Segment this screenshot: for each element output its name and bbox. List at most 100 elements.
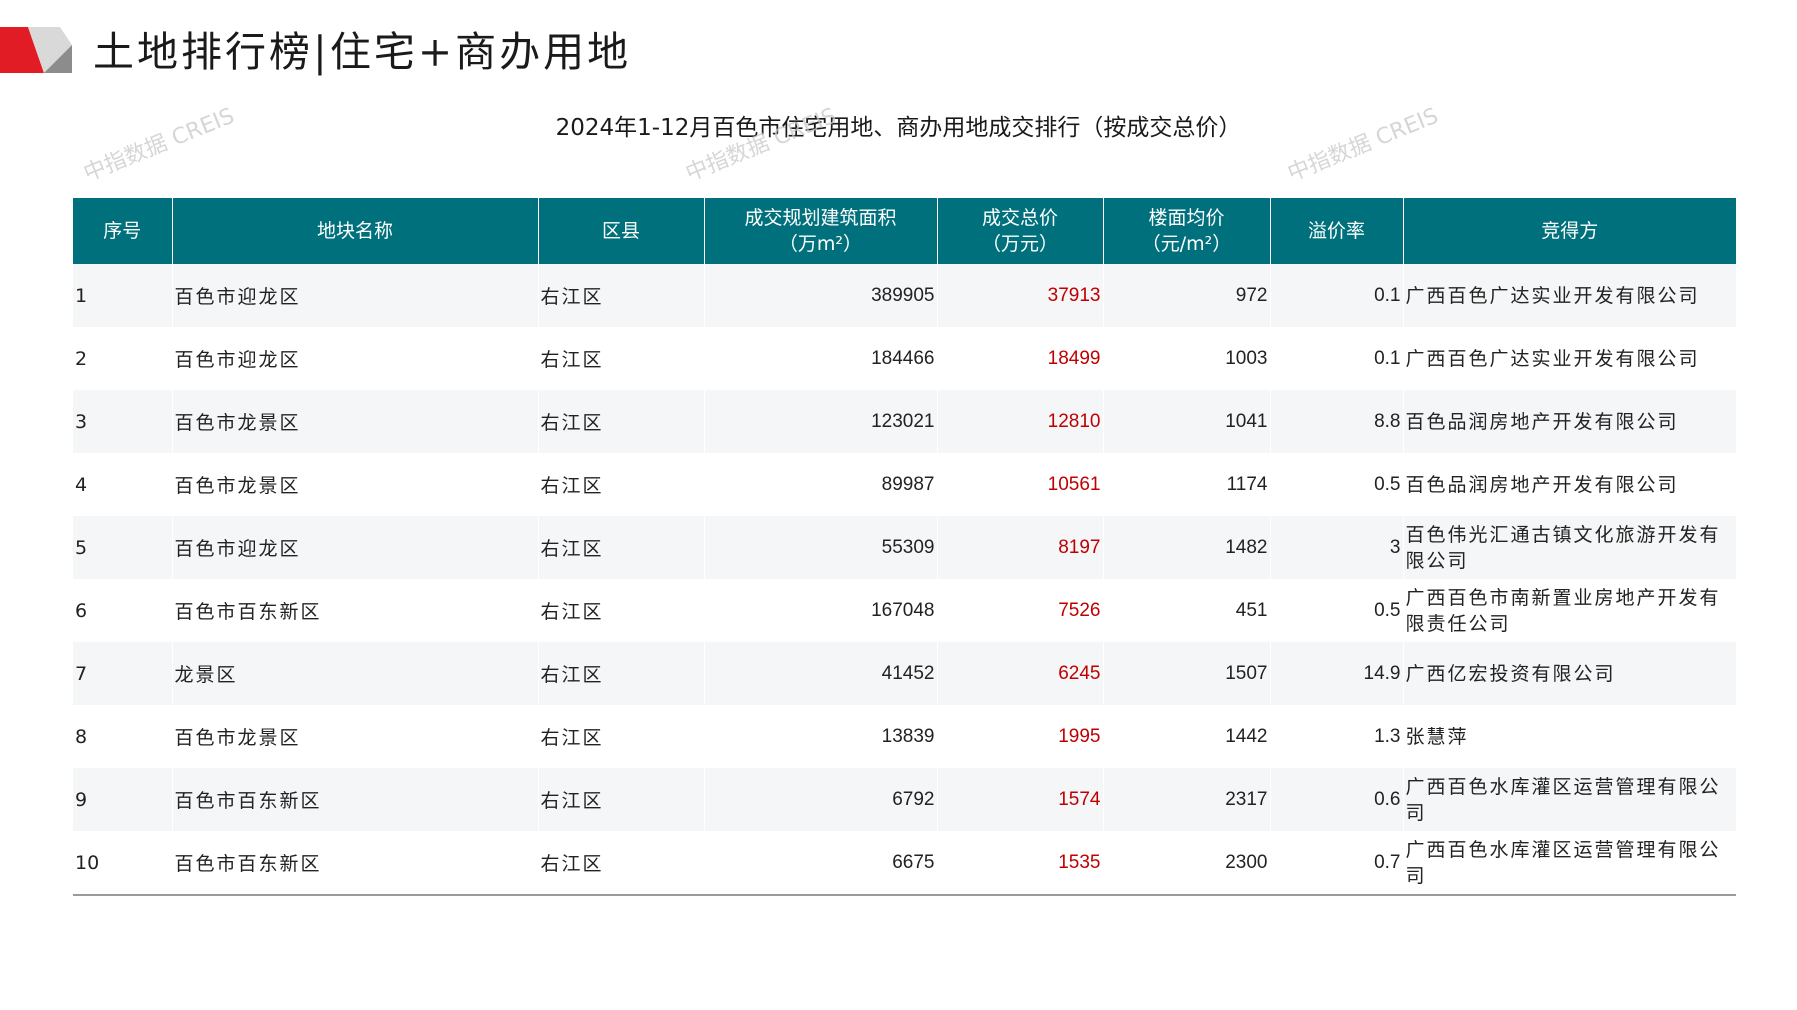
table-row: 8 百色市龙景区 右江区 13839 1995 1442 1.3 张慧萍	[73, 705, 1736, 768]
cell-district: 右江区	[538, 516, 705, 579]
cell-total-price: 1995	[937, 705, 1104, 768]
cell-parcel: 百色市百东新区	[172, 831, 539, 896]
cell-parcel: 百色市龙景区	[172, 390, 539, 453]
cell-area: 41452	[704, 642, 938, 705]
cell-unit-price: 972	[1103, 264, 1271, 327]
cell-winner: 广西百色广达实业开发有限公司	[1403, 327, 1736, 390]
cell-area: 6675	[704, 831, 938, 896]
cell-rank: 1	[73, 264, 173, 327]
header-premium: 溢价率	[1270, 198, 1404, 264]
cell-area: 89987	[704, 453, 938, 516]
cell-premium: 0.1	[1270, 327, 1404, 390]
land-ranking-table: 序号 地块名称 区县 成交规划建筑面积 （万m²） 成交总价 （万元） 楼面均价 （元…	[73, 198, 1736, 896]
cell-area: 167048	[704, 579, 938, 642]
cell-total-price: 1535	[937, 831, 1104, 896]
table-row: 4 百色市龙景区 右江区 89987 10561 1174 0.5 百色品润房地…	[73, 453, 1736, 516]
cell-parcel: 百色市迎龙区	[172, 327, 539, 390]
header-total-price: 成交总价 （万元）	[937, 198, 1104, 264]
cell-parcel: 百色市迎龙区	[172, 516, 539, 579]
cell-parcel: 龙景区	[172, 642, 539, 705]
table-row: 2 百色市迎龙区 右江区 184466 18499 1003 0.1 广西百色广…	[73, 327, 1736, 390]
cell-rank: 3	[73, 390, 173, 453]
cell-total-price: 1574	[937, 768, 1104, 831]
cell-district: 右江区	[538, 453, 705, 516]
cell-unit-price: 1507	[1103, 642, 1271, 705]
cell-winner: 广西百色水库灌区运营管理有限公司	[1403, 831, 1736, 896]
cell-parcel: 百色市龙景区	[172, 705, 539, 768]
header-area: 成交规划建筑面积 （万m²）	[704, 198, 938, 264]
cell-area: 184466	[704, 327, 938, 390]
cell-premium: 0.7	[1270, 831, 1404, 896]
cell-rank: 7	[73, 642, 173, 705]
cell-area: 6792	[704, 768, 938, 831]
table-row: 1 百色市迎龙区 右江区 389905 37913 972 0.1 广西百色广达…	[73, 264, 1736, 327]
cell-area: 123021	[704, 390, 938, 453]
cell-premium: 3	[1270, 516, 1404, 579]
cell-premium: 1.3	[1270, 705, 1404, 768]
cell-winner: 百色品润房地产开发有限公司	[1403, 453, 1736, 516]
cell-winner: 广西百色广达实业开发有限公司	[1403, 264, 1736, 327]
cell-parcel: 百色市百东新区	[172, 768, 539, 831]
cell-area: 389905	[704, 264, 938, 327]
cell-total-price: 8197	[937, 516, 1104, 579]
cell-rank: 9	[73, 768, 173, 831]
cell-total-price: 10561	[937, 453, 1104, 516]
cell-premium: 0.6	[1270, 768, 1404, 831]
table-row: 5 百色市迎龙区 右江区 55309 8197 1482 3 百色伟光汇通古镇文…	[73, 516, 1736, 579]
cell-district: 右江区	[538, 579, 705, 642]
cell-total-price: 18499	[937, 327, 1104, 390]
cell-parcel: 百色市龙景区	[172, 453, 539, 516]
cell-rank: 2	[73, 327, 173, 390]
cell-winner: 广西亿宏投资有限公司	[1403, 642, 1736, 705]
header-rank: 序号	[73, 198, 173, 264]
cell-parcel: 百色市百东新区	[172, 579, 539, 642]
cell-winner: 百色品润房地产开发有限公司	[1403, 390, 1736, 453]
cell-rank: 5	[73, 516, 173, 579]
cell-rank: 6	[73, 579, 173, 642]
cell-premium: 0.5	[1270, 453, 1404, 516]
cell-area: 13839	[704, 705, 938, 768]
cell-district: 右江区	[538, 642, 705, 705]
table-row: 9 百色市百东新区 右江区 6792 1574 2317 0.6 广西百色水库灌…	[73, 768, 1736, 831]
table-header-row: 序号 地块名称 区县 成交规划建筑面积 （万m²） 成交总价 （万元） 楼面均价 （元…	[73, 198, 1736, 264]
cell-total-price: 12810	[937, 390, 1104, 453]
header-district: 区县	[538, 198, 705, 264]
cell-premium: 14.9	[1270, 642, 1404, 705]
cell-premium: 0.1	[1270, 264, 1404, 327]
cell-premium: 8.8	[1270, 390, 1404, 453]
cell-unit-price: 1442	[1103, 705, 1271, 768]
cell-unit-price: 2317	[1103, 768, 1271, 831]
cell-premium: 0.5	[1270, 579, 1404, 642]
table-row: 3 百色市龙景区 右江区 123021 12810 1041 8.8 百色品润房…	[73, 390, 1736, 453]
cell-district: 右江区	[538, 390, 705, 453]
cell-district: 右江区	[538, 705, 705, 768]
cell-unit-price: 1041	[1103, 390, 1271, 453]
cell-winner: 广西百色水库灌区运营管理有限公司	[1403, 768, 1736, 831]
cell-district: 右江区	[538, 831, 705, 896]
table-row: 10 百色市百东新区 右江区 6675 1535 2300 0.7 广西百色水库…	[73, 831, 1736, 896]
cell-unit-price: 1003	[1103, 327, 1271, 390]
cell-winner: 张慧萍	[1403, 705, 1736, 768]
cell-rank: 10	[73, 831, 173, 896]
cell-winner: 广西百色市南新置业房地产开发有限责任公司	[1403, 579, 1736, 642]
cell-area: 55309	[704, 516, 938, 579]
table-title: 2024年1-12月百色市住宅用地、商办用地成交排行（按成交总价）	[555, 115, 1242, 141]
cell-total-price: 37913	[937, 264, 1104, 327]
cell-unit-price: 1482	[1103, 516, 1271, 579]
cell-winner: 百色伟光汇通古镇文化旅游开发有限公司	[1403, 516, 1736, 579]
header-unit-price: 楼面均价 （元/m²）	[1103, 198, 1271, 264]
cell-total-price: 7526	[937, 579, 1104, 642]
cell-unit-price: 1174	[1103, 453, 1271, 516]
cell-total-price: 6245	[937, 642, 1104, 705]
table-row: 7 龙景区 右江区 41452 6245 1507 14.9 广西亿宏投资有限公…	[73, 642, 1736, 705]
header-parcel: 地块名称	[172, 198, 539, 264]
brand-logo-icon	[0, 27, 72, 73]
table-row: 6 百色市百东新区 右江区 167048 7526 451 0.5 广西百色市南…	[73, 579, 1736, 642]
cell-district: 右江区	[538, 768, 705, 831]
cell-unit-price: 2300	[1103, 831, 1271, 896]
cell-district: 右江区	[538, 327, 705, 390]
page-title: 土地排行榜|住宅+商办用地	[93, 28, 632, 76]
cell-parcel: 百色市迎龙区	[172, 264, 539, 327]
cell-unit-price: 451	[1103, 579, 1271, 642]
cell-rank: 8	[73, 705, 173, 768]
